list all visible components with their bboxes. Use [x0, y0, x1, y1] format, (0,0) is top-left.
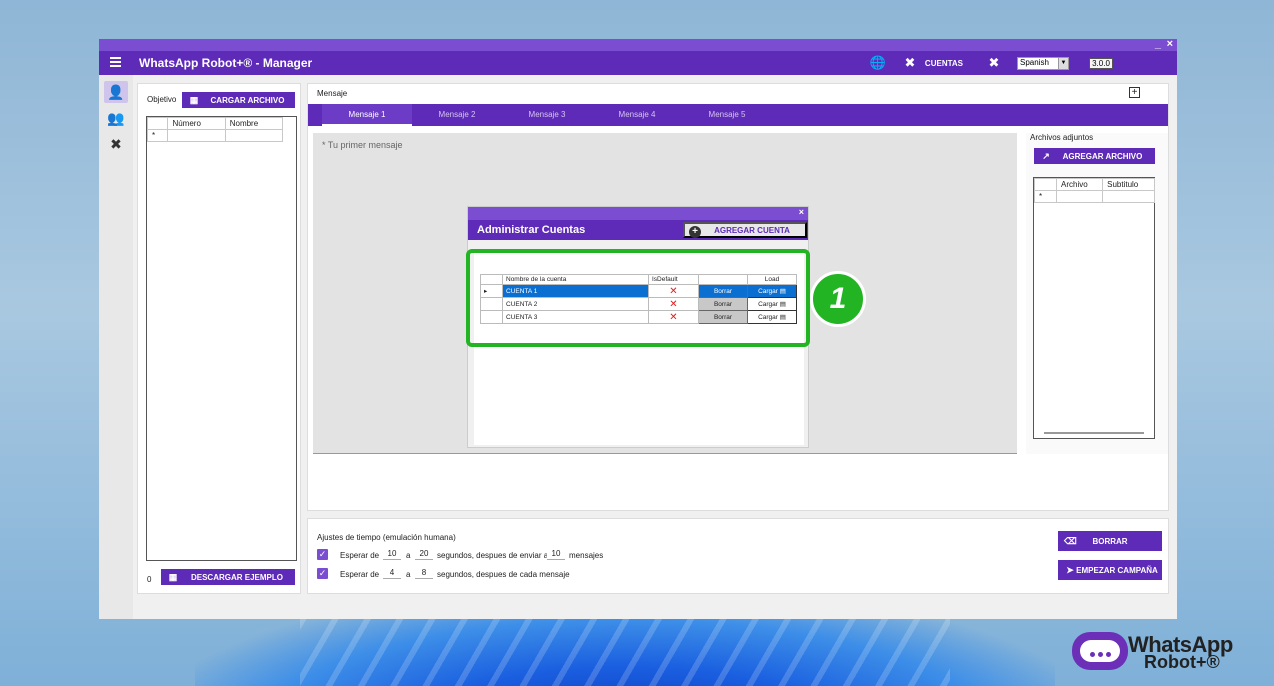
sidebar-item-tools[interactable]: ✖	[104, 133, 128, 155]
toolbar-right: 🌐 ✖ CUENTAS ✖ Spanish ▼ 3.0.0	[867, 51, 1177, 75]
target-count: 0	[147, 575, 152, 584]
timing-panel: Ajustes de tiempo (emulación humana) ✓ E…	[307, 518, 1169, 594]
each-wait-from-input[interactable]: 4	[383, 566, 401, 579]
tools-icon: ✖	[110, 136, 122, 152]
chevron-down-icon: ▼	[1058, 57, 1068, 69]
step-number-badge: 1	[810, 271, 866, 327]
add-account-button[interactable]: + AGREGAR CUENTA	[683, 222, 807, 238]
load-file-button[interactable]: ▦ CARGAR ARCHIVO	[182, 92, 295, 108]
new-row-marker: *	[1034, 190, 1057, 203]
brand-name-line2: Robot+®	[1144, 652, 1220, 672]
attachments-grid[interactable]: Archivo Subtitulo *	[1033, 177, 1155, 439]
message-placeholder: * Tu primer mensaje	[322, 140, 403, 150]
attachments-section: Archivos adjuntos ↗ AGREGAR ARCHIVO Arch…	[1026, 133, 1168, 454]
wait-each-checkbox[interactable]: ✓	[317, 568, 328, 579]
excel-icon: ▦	[168, 572, 178, 582]
cuentas-button[interactable]: CUENTAS	[925, 59, 963, 68]
message-tabs: Mensaje 1 Mensaje 2 Mensaje 3 Mensaje 4 …	[308, 104, 1168, 126]
batch-wait-from-input[interactable]: 10	[383, 547, 401, 560]
batch-wait-to-input[interactable]: 20	[415, 547, 433, 560]
table-row[interactable]: *	[146, 129, 284, 142]
users-group-icon: 👥	[107, 110, 125, 126]
hamburger-menu-icon[interactable]	[110, 57, 121, 67]
robot-face-icon	[1072, 632, 1128, 670]
download-example-button[interactable]: ▦ DESCARGAR EJEMPLO	[161, 569, 295, 585]
objetivo-panel: Objetivo ▦ CARGAR ARCHIVO Número Nombre …	[137, 83, 301, 594]
external-link-icon: ↗	[1042, 151, 1050, 161]
column-header-subtitulo: Subtitulo	[1102, 178, 1155, 191]
each-wait-to-input[interactable]: 8	[415, 566, 433, 579]
grid-header-row: Archivo Subtitulo	[1034, 178, 1155, 191]
window-top-strip: _ ×	[99, 38, 1177, 51]
title-bar: WhatsApp Robot+® - Manager 🌐 ✖ CUENTAS ✖…	[99, 51, 1177, 75]
column-header-archivo: Archivo	[1055, 178, 1104, 191]
user-icon: 👤	[107, 84, 125, 100]
close-dialog-button[interactable]: ×	[799, 207, 804, 217]
tab-mensaje-2[interactable]: Mensaje 2	[412, 104, 502, 126]
sidebar: 👤 👥 ✖	[99, 75, 133, 619]
wait-batch-checkbox[interactable]: ✓	[317, 549, 328, 560]
wallpaper-streaks	[300, 618, 950, 686]
send-icon: ➤	[1066, 565, 1074, 575]
tab-mensaje-4[interactable]: Mensaje 4	[592, 104, 682, 126]
tab-mensaje-1[interactable]: Mensaje 1	[322, 104, 412, 126]
eraser-icon: ⌫	[1064, 536, 1077, 546]
add-attachment-button[interactable]: ↗ AGREGAR ARCHIVO	[1034, 148, 1155, 164]
tab-mensaje-3[interactable]: Mensaje 3	[502, 104, 592, 126]
batch-size-input[interactable]: 10	[547, 547, 565, 560]
grid-header-row: Número Nombre	[146, 117, 284, 130]
version-badge: 3.0.0	[1089, 57, 1113, 69]
plus-circle-icon: +	[689, 226, 701, 238]
targets-grid[interactable]: Número Nombre *	[146, 116, 297, 561]
app-title: WhatsApp Robot+® - Manager	[139, 56, 313, 70]
excel-icon: ▦	[189, 95, 199, 105]
settings-tools-icon[interactable]: ✖	[983, 55, 1005, 71]
table-row[interactable]: *	[1034, 190, 1155, 203]
timing-label: Ajustes de tiempo (emulación humana)	[317, 533, 456, 542]
horizontal-scrollbar[interactable]	[1044, 432, 1144, 434]
dialog-title: Administrar Cuentas	[477, 224, 586, 236]
column-header-numero: Número	[167, 117, 226, 130]
objetivo-label: Objetivo	[147, 95, 177, 104]
globe-icon[interactable]: 🌐	[867, 55, 889, 71]
mensaje-label: Mensaje	[317, 89, 348, 98]
attachments-label: Archivos adjuntos	[1030, 133, 1094, 142]
close-window-button[interactable]: ×	[1167, 38, 1173, 50]
column-header-nombre: Nombre	[224, 117, 284, 130]
sidebar-item-groups[interactable]: 👥	[104, 107, 128, 129]
clear-button[interactable]: ⌫ BORRAR	[1058, 531, 1162, 551]
accounts-table-highlight	[466, 249, 810, 347]
language-select[interactable]: Spanish ▼	[1017, 56, 1069, 70]
start-campaign-button[interactable]: ➤ EMPEZAR CAMPAÑA	[1058, 560, 1162, 580]
sidebar-item-single-user[interactable]: 👤	[104, 81, 128, 103]
minimize-button[interactable]: _	[1155, 38, 1161, 50]
add-message-icon[interactable]: +	[1129, 87, 1140, 98]
tab-mensaje-5[interactable]: Mensaje 5	[682, 104, 772, 126]
new-row-marker: *	[146, 129, 169, 142]
tools-icon[interactable]: ✖	[899, 55, 921, 71]
